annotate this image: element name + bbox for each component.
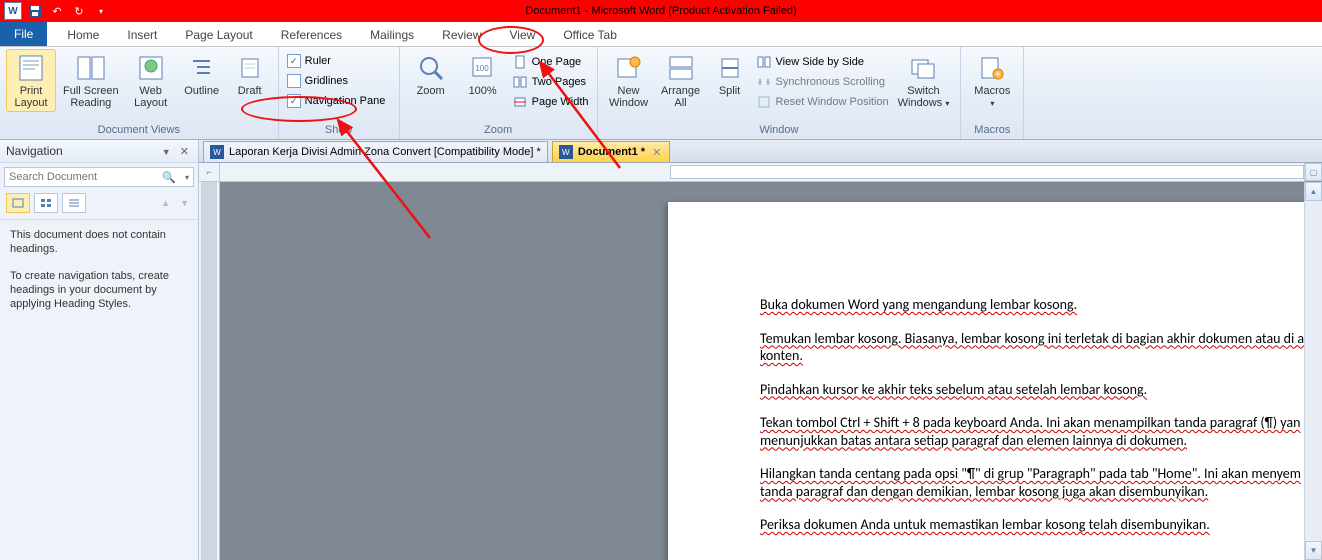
gridlines-checkbox[interactable]: Gridlines	[285, 73, 350, 89]
arrange-all-button[interactable]: Arrange All	[656, 49, 706, 112]
switch-windows-button[interactable]: Switch Windows ▾	[893, 49, 955, 112]
split-button[interactable]: Split	[708, 49, 752, 101]
one-page-button[interactable]: One Page	[510, 53, 591, 71]
workspace: Navigation ▼ ✕ 🔍 ▾ ▲ ▼ This document doe…	[0, 140, 1322, 560]
redo-icon[interactable]: ↻	[70, 3, 88, 19]
nav-pane-close-icon[interactable]: ✕	[177, 146, 192, 158]
quick-access-toolbar: W ↶ ↻ ▾	[0, 2, 110, 20]
vertical-scrollbar[interactable]: ▲ ▼	[1304, 182, 1322, 560]
draft-button[interactable]: Draft	[228, 49, 272, 101]
draft-icon	[234, 52, 266, 84]
sync-scrolling-button[interactable]: Synchronous Scrolling	[754, 73, 891, 91]
nav-prev-icon[interactable]: ▲	[158, 198, 173, 208]
macros-button[interactable]: Macros▾	[967, 49, 1017, 112]
two-pages-icon	[512, 74, 528, 90]
nav-search-input[interactable]	[5, 168, 157, 186]
qat-dropdown-icon[interactable]: ▾	[92, 3, 110, 19]
one-page-icon	[512, 54, 528, 70]
group-zoom: Zoom 100 100% One Page Two Pages Page Wi…	[400, 47, 598, 139]
zoom-100-button[interactable]: 100 100%	[458, 49, 508, 101]
document-tab-1[interactable]: W Laporan Kerja Divisi Admin Zona Conver…	[203, 141, 548, 162]
ruler-collapse-icon[interactable]: ▢	[1305, 163, 1322, 181]
tab-page-layout[interactable]: Page Layout	[171, 24, 266, 46]
nav-pane-title: Navigation	[6, 144, 63, 158]
word-app-icon[interactable]: W	[4, 2, 22, 20]
web-layout-icon	[135, 52, 167, 84]
outline-icon	[186, 52, 218, 84]
tab-office-tab[interactable]: Office Tab	[549, 24, 631, 46]
ribbon: Print Layout Full Screen Reading Web Lay…	[0, 47, 1322, 140]
sync-scrolling-icon	[756, 74, 772, 90]
reset-position-icon	[756, 94, 772, 110]
web-layout-button[interactable]: Web Layout	[126, 49, 176, 112]
page-width-button[interactable]: Page Width	[510, 93, 591, 111]
window-title: Document1 - Microsoft Word (Product Acti…	[525, 5, 796, 17]
document-tab-2[interactable]: W Document1 * ✕	[552, 141, 670, 162]
tab-view[interactable]: View	[496, 24, 550, 46]
horizontal-ruler[interactable]	[220, 163, 1304, 182]
scroll-down-icon[interactable]: ▼	[1305, 541, 1322, 560]
split-icon	[714, 52, 746, 84]
macros-icon	[976, 52, 1008, 84]
ruler-checkbox[interactable]: ✓Ruler	[285, 53, 333, 69]
print-layout-icon	[15, 52, 47, 84]
nav-msg-create-headings: To create navigation tabs, create headin…	[10, 269, 188, 312]
nav-view-results-button[interactable]	[62, 193, 86, 213]
tab-review[interactable]: Review	[428, 24, 495, 46]
group-document-views: Print Layout Full Screen Reading Web Lay…	[0, 47, 279, 139]
tab-references[interactable]: References	[267, 24, 356, 46]
chevron-down-icon: ▾	[990, 99, 994, 108]
zoom-button[interactable]: Zoom	[406, 49, 456, 101]
tab-file[interactable]: File	[0, 22, 47, 46]
word-doc-icon: W	[559, 145, 573, 159]
scroll-up-icon[interactable]: ▲	[1305, 182, 1322, 201]
zoom-100-icon: 100	[467, 52, 499, 84]
full-screen-reading-button[interactable]: Full Screen Reading	[58, 49, 124, 112]
nav-view-headings-button[interactable]	[6, 193, 30, 213]
close-tab-icon[interactable]: ✕	[650, 146, 663, 159]
tab-home[interactable]: Home	[53, 24, 113, 46]
title-bar: W ↶ ↻ ▾ Document1 - Microsoft Word (Prod…	[0, 0, 1322, 22]
undo-icon[interactable]: ↶	[48, 3, 66, 19]
document-page[interactable]: Buka dokumen Word yang mengandung lembar…	[668, 202, 1304, 560]
word-doc-icon: W	[210, 145, 224, 159]
nav-msg-no-headings: This document does not contain headings.	[10, 228, 188, 257]
page-width-icon	[512, 94, 528, 110]
arrange-all-icon	[665, 52, 697, 84]
side-by-side-icon	[756, 54, 772, 70]
nav-view-pages-button[interactable]	[34, 193, 58, 213]
navigation-pane: Navigation ▼ ✕ 🔍 ▾ ▲ ▼ This document doe…	[0, 140, 199, 560]
tab-insert[interactable]: Insert	[113, 24, 171, 46]
outline-button[interactable]: Outline	[178, 49, 226, 101]
document-canvas[interactable]: Buka dokumen Word yang mengandung lembar…	[220, 182, 1304, 560]
switch-windows-icon	[907, 52, 939, 84]
print-layout-button[interactable]: Print Layout	[6, 49, 56, 112]
vertical-ruler[interactable]	[199, 182, 220, 560]
document-tabs: W Laporan Kerja Divisi Admin Zona Conver…	[199, 140, 1322, 163]
new-window-button[interactable]: New Window	[604, 49, 654, 112]
group-macros: Macros▾ Macros	[961, 47, 1024, 139]
ruler-toggle-button[interactable]: ⌐	[199, 163, 220, 182]
chevron-down-icon[interactable]: ▾	[181, 173, 193, 182]
full-screen-reading-icon	[75, 52, 107, 84]
zoom-icon	[415, 52, 447, 84]
nav-next-icon[interactable]: ▼	[177, 198, 192, 208]
reset-window-position-button[interactable]: Reset Window Position	[754, 93, 891, 111]
group-show: ✓Ruler Gridlines ✓Navigation Pane Show	[279, 47, 400, 139]
view-side-by-side-button[interactable]: View Side by Side	[754, 53, 891, 71]
search-icon[interactable]: 🔍	[157, 171, 181, 184]
ribbon-tabs: File Home Insert Page Layout References …	[0, 22, 1322, 47]
new-window-icon	[613, 52, 645, 84]
tab-mailings[interactable]: Mailings	[356, 24, 428, 46]
nav-search-box[interactable]: 🔍 ▾	[4, 167, 194, 187]
chevron-down-icon: ▾	[945, 99, 949, 108]
two-pages-button[interactable]: Two Pages	[510, 73, 591, 91]
svg-text:100: 100	[475, 64, 489, 73]
save-icon[interactable]	[26, 3, 44, 19]
nav-body: This document does not contain headings.…	[0, 220, 198, 331]
nav-pane-dropdown-icon[interactable]: ▼	[159, 147, 174, 157]
group-window: New Window Arrange All Split View Side b…	[598, 47, 962, 139]
navigation-pane-checkbox[interactable]: ✓Navigation Pane	[285, 93, 388, 109]
document-area: W Laporan Kerja Divisi Admin Zona Conver…	[199, 140, 1322, 560]
